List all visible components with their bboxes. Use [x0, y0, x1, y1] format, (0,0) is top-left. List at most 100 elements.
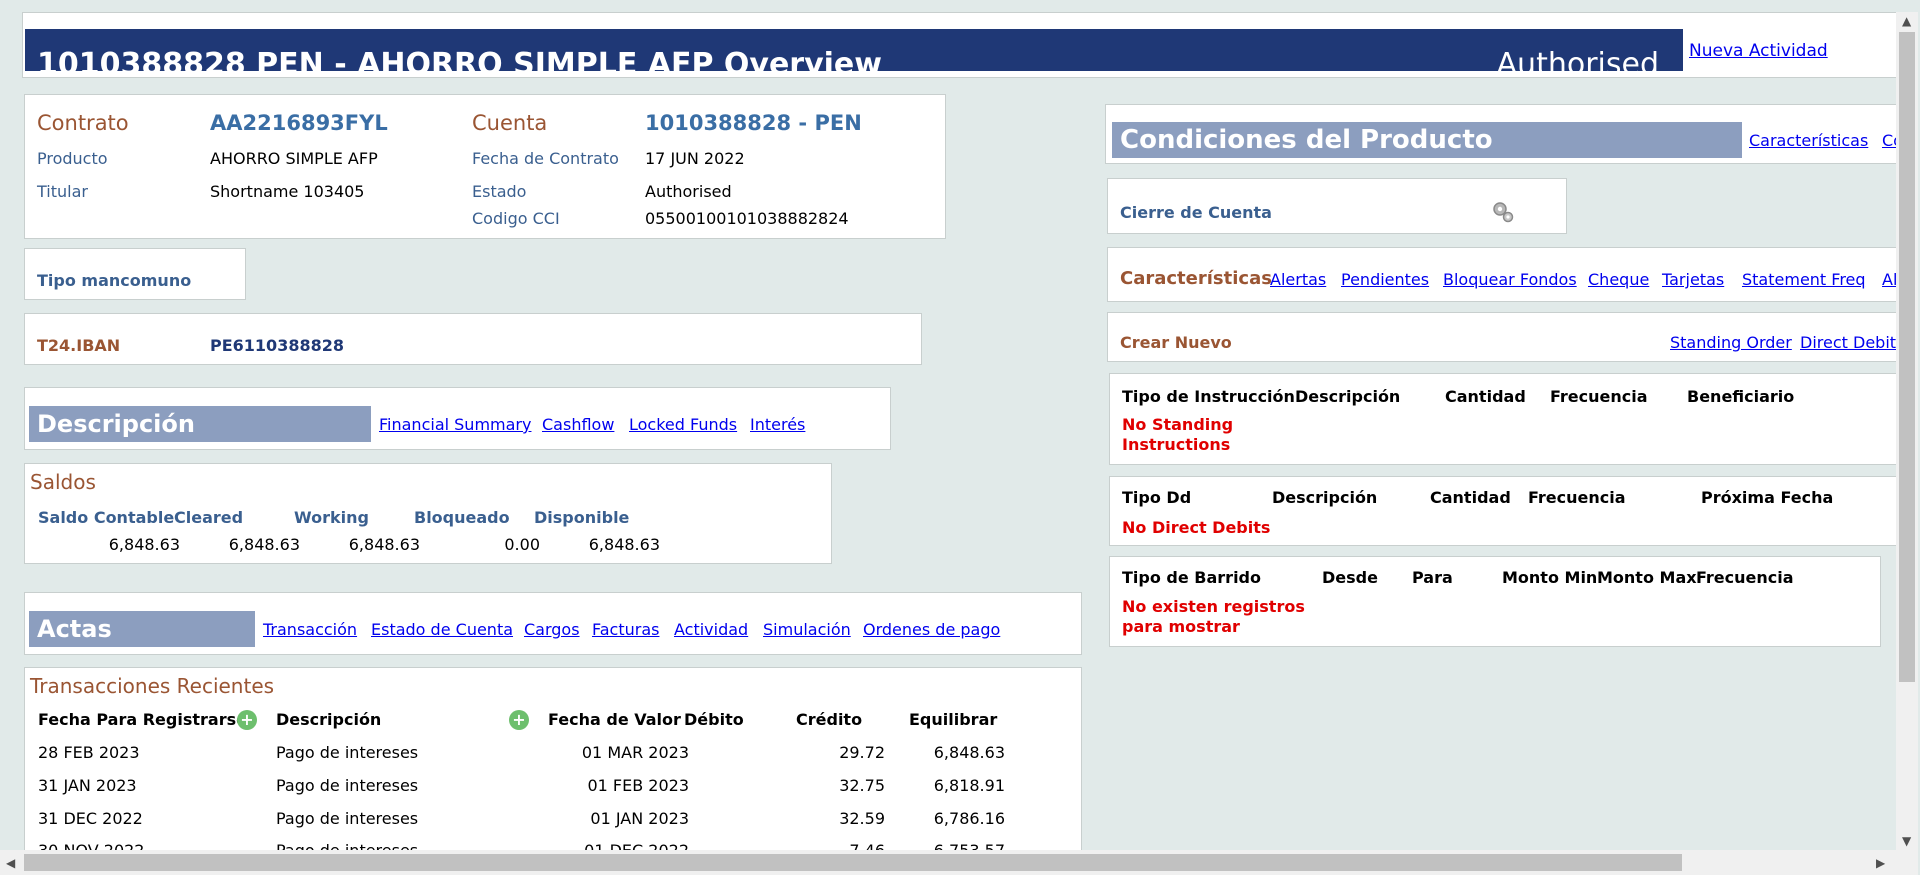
- cashflow-link[interactable]: Cashflow: [542, 415, 614, 434]
- barrido-panel: Tipo de Barrido Desde Para Monto Min Mon…: [1109, 556, 1881, 647]
- cci-label: Codigo CCI: [472, 209, 560, 228]
- estado-value: Authorised: [645, 182, 732, 201]
- monto-min-header: Monto Min: [1502, 568, 1598, 587]
- add-column-icon[interactable]: +: [509, 710, 529, 730]
- producto-label: Producto: [37, 149, 108, 168]
- titular-label: Titular: [37, 182, 88, 201]
- bloquear-fondos-tab[interactable]: Bloquear Fondos: [1443, 270, 1577, 289]
- frecuencia-header: Frecuencia: [1696, 568, 1794, 587]
- crear-nuevo-panel: Crear Nuevo Standing Order Direct Debit: [1107, 312, 1898, 362]
- tarjetas-tab[interactable]: Tarjetas: [1662, 270, 1724, 289]
- title-bar: 1010388828 PEN - AHORRO SIMPLE AFP Overv…: [22, 12, 1898, 82]
- cuenta-label: Cuenta: [472, 111, 548, 135]
- cierre-cuenta-label: Cierre de Cuenta: [1120, 203, 1272, 222]
- descripcion-header[interactable]: Descripción: [276, 710, 381, 729]
- tipo-barrido-header: Tipo de Barrido: [1122, 568, 1261, 587]
- condiciones-header: Condiciones del Producto: [1112, 122, 1742, 158]
- no-records-message-line2: para mostrar: [1122, 617, 1240, 636]
- table-cell: 7.46: [785, 841, 885, 850]
- cantidad-header: Cantidad: [1445, 387, 1526, 406]
- actividad-link[interactable]: Actividad: [674, 620, 748, 639]
- scroll-up-arrow-icon[interactable]: ▲: [1902, 14, 1911, 28]
- disponible-header: Disponible: [534, 508, 630, 527]
- equilibrar-header[interactable]: Equilibrar: [909, 710, 997, 729]
- alertas-tab[interactable]: Alertas: [1270, 270, 1326, 289]
- cuenta-value: 1010388828 - PEN: [645, 111, 862, 135]
- table-cell: 30 NOV 2022: [38, 841, 144, 850]
- saldo-contable-value: 6,848.63: [108, 535, 180, 554]
- table-cell: 32.75: [839, 776, 885, 795]
- fecha-contrato-value: 17 JUN 2022: [645, 149, 745, 168]
- proxima-fecha-header: Próxima Fecha: [1701, 488, 1834, 507]
- transaccion-link[interactable]: Transacción: [263, 620, 357, 639]
- add-column-icon[interactable]: +: [237, 710, 257, 730]
- table-cell: 32.59: [839, 809, 885, 828]
- no-direct-debits-message: No Direct Debits: [1122, 518, 1271, 537]
- estado-label: Estado: [472, 182, 527, 201]
- pendientes-tab[interactable]: Pendientes: [1341, 270, 1429, 289]
- horizontal-scrollbar[interactable]: ◀ ▶: [0, 850, 1918, 875]
- cheque-tab[interactable]: Cheque: [1588, 270, 1649, 289]
- debito-header[interactable]: Débito: [684, 710, 744, 729]
- cierre-cuenta-panel: Cierre de Cuenta: [1107, 178, 1567, 234]
- interes-link[interactable]: Interés: [750, 415, 805, 434]
- locked-funds-link[interactable]: Locked Funds: [629, 415, 737, 434]
- iban-label: T24.IBAN: [37, 336, 121, 355]
- actas-panel: Actas Transacción Estado de Cuenta Cargo…: [24, 592, 1082, 655]
- fecha-registrarse-header[interactable]: Fecha Para Registrarse: [38, 710, 247, 729]
- standing-instructions-panel: Tipo de Instrucción Descripción Cantidad…: [1109, 373, 1898, 465]
- nueva-actividad-link[interactable]: Nueva Actividad: [1689, 41, 1828, 61]
- tipo-instruccion-header: Tipo de Instrucción: [1122, 387, 1295, 406]
- cargos-link[interactable]: Cargos: [524, 620, 580, 639]
- direct-debit-link[interactable]: Direct Debit: [1800, 333, 1896, 352]
- standing-order-link[interactable]: Standing Order: [1670, 333, 1792, 352]
- iban-panel: T24.IBAN PE6110388828: [24, 313, 922, 365]
- descripcion-header: Descripción: [1295, 387, 1401, 406]
- no-standing-message: No Standing: [1122, 415, 1234, 434]
- scroll-down-arrow-icon[interactable]: ▼: [1902, 834, 1911, 848]
- table-cell: 31 JAN 2023: [38, 776, 137, 795]
- disponible-value: 6,848.63: [588, 535, 660, 554]
- caracteristicas-active-tab[interactable]: Características: [1120, 268, 1272, 289]
- simulacion-link[interactable]: Simulación: [763, 620, 851, 639]
- ordenes-de-pago-link[interactable]: Ordenes de pago: [863, 620, 1000, 639]
- contrato-label: Contrato: [37, 111, 129, 135]
- cleared-header: Cleared: [174, 508, 244, 527]
- iban-value: PE6110388828: [210, 336, 344, 355]
- saldos-title: Saldos: [30, 470, 96, 494]
- titular-value: Shortname 103405: [210, 182, 365, 201]
- estado-de-cuenta-link[interactable]: Estado de Cuenta: [371, 620, 513, 639]
- tipo-dd-header: Tipo Dd: [1122, 488, 1192, 507]
- facturas-link[interactable]: Facturas: [592, 620, 659, 639]
- scroll-right-arrow-icon[interactable]: ▶: [1876, 856, 1885, 870]
- monto-max-header: Monto Max: [1597, 568, 1697, 587]
- table-cell: 01 DEC 2022: [545, 841, 689, 850]
- table-cell: 6,818.91: [933, 776, 1005, 795]
- table-cell: Pago de intereses: [276, 809, 419, 828]
- fecha-valor-header[interactable]: Fecha de Valor: [548, 710, 681, 729]
- financial-summary-link[interactable]: Financial Summary: [379, 415, 531, 434]
- scroll-left-arrow-icon[interactable]: ◀: [6, 856, 15, 870]
- table-cell: 31 DEC 2022: [38, 809, 143, 828]
- credito-header[interactable]: Crédito: [796, 710, 862, 729]
- table-cell: 29.72: [839, 743, 885, 762]
- table-cell: 01 MAR 2023: [581, 743, 689, 762]
- vertical-scrollbar[interactable]: ▲ ▼: [1896, 12, 1918, 850]
- horizontal-scroll-thumb[interactable]: [24, 854, 1682, 871]
- title-band: 1010388828 PEN - AHORRO SIMPLE AFP Overv…: [25, 29, 1683, 82]
- caracteristicas-link[interactable]: Características: [1749, 131, 1868, 150]
- fecha-contrato-label: Fecha de Contrato: [472, 149, 619, 168]
- page-title: 1010388828 PEN - AHORRO SIMPLE AFP Overv…: [37, 47, 882, 82]
- direct-debits-panel: Tipo Dd Descripción Cantidad Frecuencia …: [1109, 476, 1898, 546]
- tipo-mancomuno-label: Tipo mancomuno: [37, 271, 192, 290]
- gears-icon[interactable]: [1490, 199, 1516, 229]
- vertical-scroll-thumb[interactable]: [1899, 32, 1915, 682]
- table-cell: Pago de intereses: [276, 841, 418, 850]
- working-value: 6,848.63: [348, 535, 420, 554]
- table-cell: 6,848.63: [933, 743, 1005, 762]
- statement-freq-tab[interactable]: Statement Freq: [1742, 270, 1866, 289]
- table-cell: 6,786.16: [933, 809, 1005, 828]
- tipo-mancomuno-panel: Tipo mancomuno: [24, 248, 246, 300]
- descripcion-header: Descripción: [1272, 488, 1378, 507]
- condiciones-panel: Condiciones del Producto Características…: [1105, 104, 1898, 164]
